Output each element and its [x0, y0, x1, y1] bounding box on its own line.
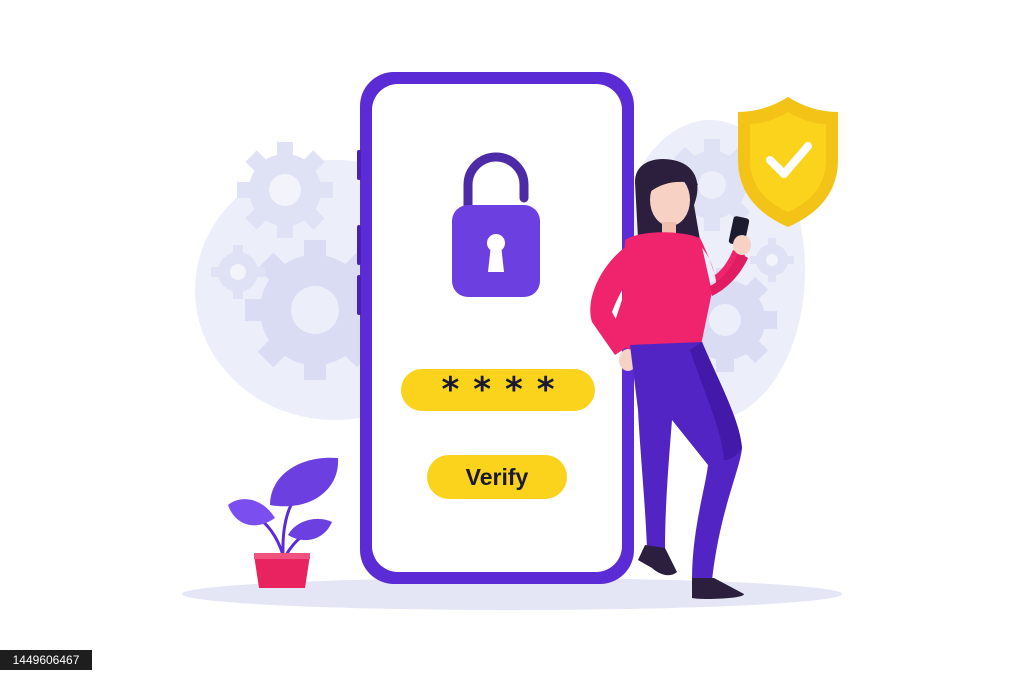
gear-icon	[237, 142, 333, 238]
potted-plant	[228, 457, 339, 588]
verify-button[interactable]: Verify	[427, 455, 567, 499]
image-id-tag: 1449606467	[0, 650, 92, 670]
smartphone	[357, 72, 634, 584]
pin-code-field[interactable]: ****	[401, 369, 595, 411]
verification-illustration	[182, 72, 842, 610]
